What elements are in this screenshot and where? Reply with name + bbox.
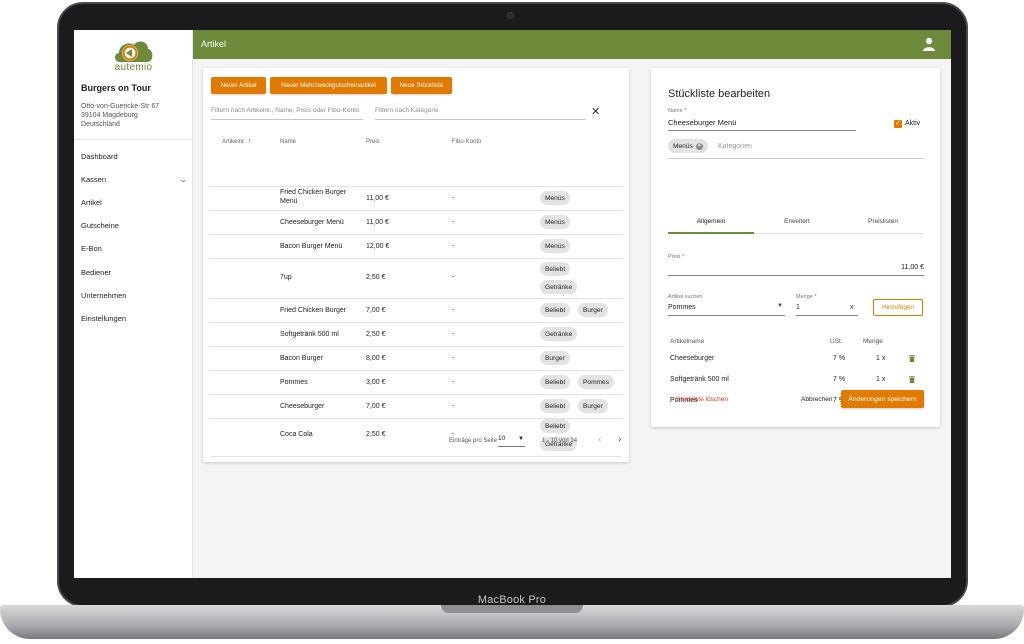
per-page-value: 10 [498,435,506,442]
next-page-icon[interactable]: › [618,434,621,445]
camera [507,12,514,19]
dropdown-caret-icon: ▼ [518,436,524,442]
per-page-select[interactable]: 10 ▼ [498,435,525,447]
prev-page-icon[interactable]: ‹ [598,434,601,445]
pagination-layer: Einträge pro Seite 10 ▼ 1 - 10 von 14 ‹ … [74,30,951,578]
per-page-label: Einträge pro Seite [449,438,498,444]
device-label: MacBook Pro [477,594,547,606]
page-range: 1 - 10 von 14 [542,438,578,444]
laptop-notch [441,605,583,613]
row-divider [210,456,622,457]
